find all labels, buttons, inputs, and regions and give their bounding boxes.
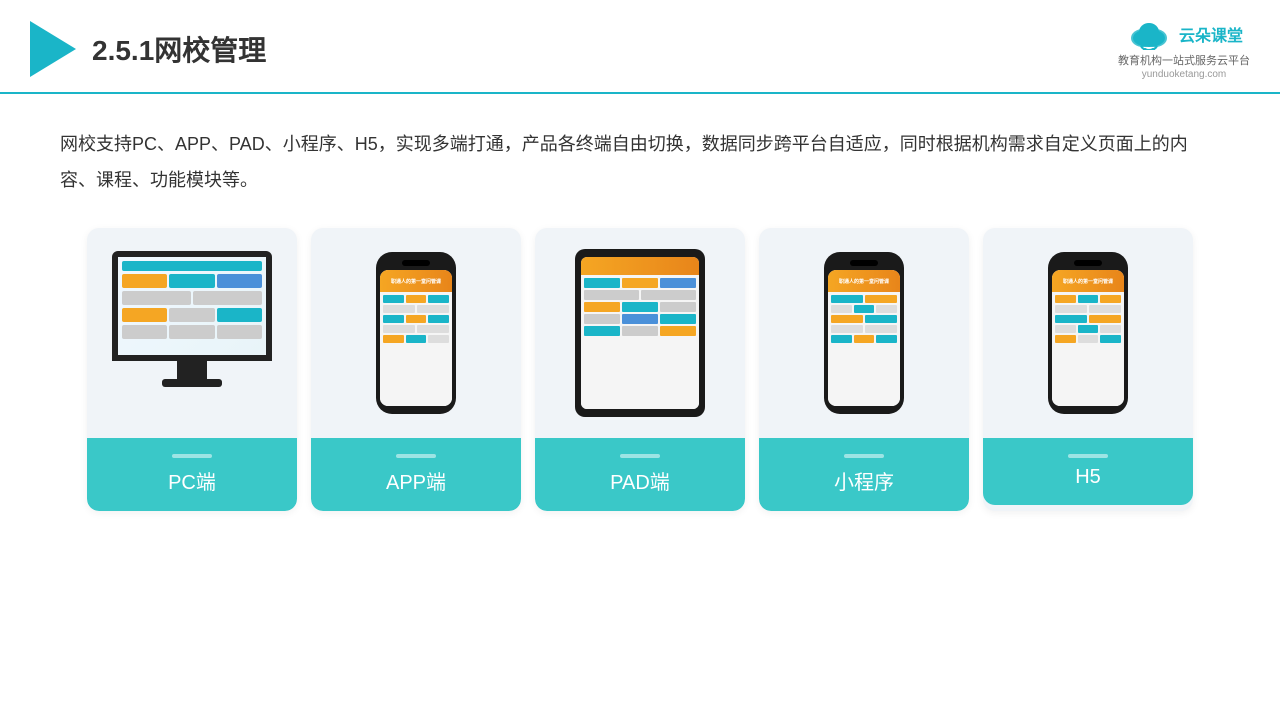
card-mini: 职通人的第一堂问管课 [759, 228, 969, 511]
cloud-logo: 云朵课堂 [1125, 18, 1243, 50]
card-label-mini: 小程序 [759, 438, 969, 511]
page-title: 2.5.1网校管理 [92, 29, 266, 69]
card-image-app: 职通人的第一堂问管课 [311, 228, 521, 438]
header: 2.5.1网校管理 云朵课堂 教育机构一站式服务云平台 yunduoketang… [0, 0, 1280, 94]
tablet-pad-icon [575, 249, 705, 417]
logo-url: yunduoketang.com [1142, 69, 1227, 80]
card-label-pc: PC端 [87, 438, 297, 511]
description-text: 网校支持PC、APP、PAD、小程序、H5，实现多端打通，产品各终端自由切换，数… [0, 94, 1280, 218]
card-image-pad [535, 228, 745, 438]
cards-container: PC端 职通人的第一堂问管课 [0, 218, 1280, 541]
card-label-pad: PAD端 [535, 438, 745, 511]
phone-mini-icon: 职通人的第一堂问管课 [824, 252, 904, 414]
phone-app-icon: 职通人的第一堂问管课 [376, 252, 456, 414]
card-pad: PAD端 [535, 228, 745, 511]
card-pc: PC端 [87, 228, 297, 511]
card-image-pc [87, 228, 297, 438]
play-icon [30, 21, 76, 77]
card-app: 职通人的第一堂问管课 [311, 228, 521, 511]
cloud-icon [1125, 18, 1173, 50]
card-image-mini: 职通人的第一堂问管课 [759, 228, 969, 438]
card-image-h5: 职通人的第一堂问管课 [983, 228, 1193, 438]
monitor-screen [112, 251, 272, 361]
card-label-app: APP端 [311, 438, 521, 511]
card-label-h5: H5 [983, 438, 1193, 505]
header-left: 2.5.1网校管理 [30, 21, 266, 77]
brand-logo: 云朵课堂 教育机构一站式服务云平台 yunduoketang.com [1118, 18, 1250, 80]
pc-monitor-icon [105, 251, 280, 416]
card-h5: 职通人的第一堂问管课 [983, 228, 1193, 511]
logo-subtitle: 教育机构一站式服务云平台 [1118, 52, 1250, 68]
logo-text: 云朵课堂 [1179, 22, 1243, 46]
phone-h5-icon: 职通人的第一堂问管课 [1048, 252, 1128, 414]
